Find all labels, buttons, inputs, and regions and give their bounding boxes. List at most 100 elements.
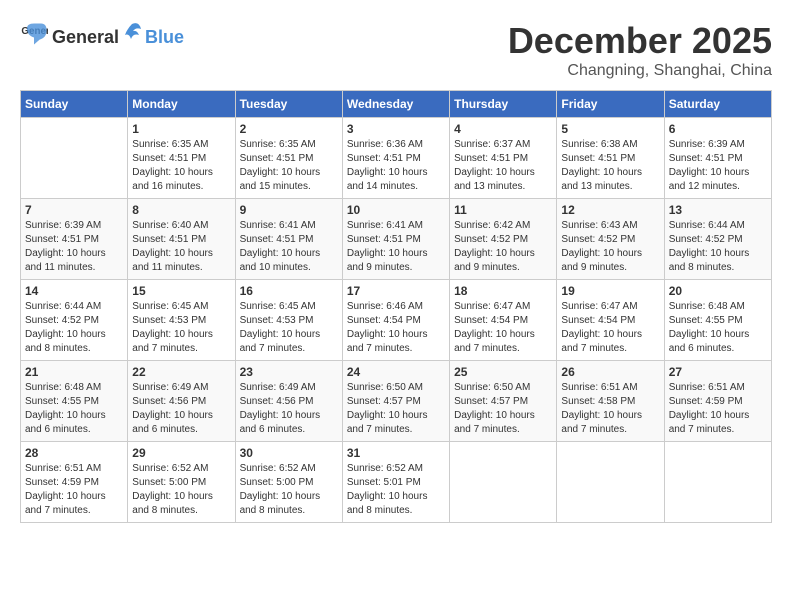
day-cell: 19 Sunrise: 6:47 AM Sunset: 4:54 PM Dayli… (557, 280, 664, 361)
day-info: Sunrise: 6:39 AM Sunset: 4:51 PM Dayligh… (25, 219, 123, 275)
day-info: Sunrise: 6:36 AM Sunset: 4:51 PM Dayligh… (347, 138, 445, 194)
day-info: Sunrise: 6:39 AM Sunset: 4:51 PM Dayligh… (669, 138, 767, 194)
header-sunday: Sunday (21, 91, 128, 118)
day-number: 28 (25, 446, 123, 460)
header-friday: Friday (557, 91, 664, 118)
day-number: 23 (240, 365, 338, 379)
day-info: Sunrise: 6:48 AM Sunset: 4:55 PM Dayligh… (25, 381, 123, 437)
day-info: Sunrise: 6:41 AM Sunset: 4:51 PM Dayligh… (347, 219, 445, 275)
day-cell: 18Sunrise: 6:47 AM Sunset: 4:54 PM Dayli… (450, 280, 557, 361)
header-row: SundayMondayTuesdayWednesdayThursdayFrid… (21, 91, 772, 118)
day-cell: 13 Sunrise: 6:44 AM Sunset: 4:52 PM Dayli… (664, 199, 771, 280)
day-number: 3 (347, 122, 445, 136)
day-info: Sunrise: 6:52 AM Sunset: 5:01 PM Dayligh… (347, 462, 445, 518)
week-row-3: 14Sunrise: 6:44 AM Sunset: 4:52 PM Dayli… (21, 280, 772, 361)
subtitle: Changning, Shanghai, China (508, 62, 772, 80)
logo-icon: General (20, 20, 48, 48)
day-cell: 29 Sunrise: 6:52 AM Sunset: 5:00 PM Dayli… (128, 442, 235, 523)
logo-bird (121, 21, 143, 43)
day-number: 30 (240, 446, 338, 460)
main-title: December 2025 (508, 20, 772, 62)
day-number: 21 (25, 365, 123, 379)
day-number: 29 (132, 446, 230, 460)
day-cell (21, 118, 128, 199)
day-info: Sunrise: 6:49 AM Sunset: 4:56 PM Dayligh… (132, 381, 230, 437)
day-number: 6 (669, 122, 767, 136)
title-block: December 2025 Changning, Shanghai, China (508, 20, 772, 80)
week-row-5: 28Sunrise: 6:51 AM Sunset: 4:59 PM Dayli… (21, 442, 772, 523)
day-number: 9 (240, 203, 338, 217)
calendar-table: SundayMondayTuesdayWednesdayThursdayFrid… (20, 90, 772, 523)
day-cell: 12 Sunrise: 6:43 AM Sunset: 4:52 PM Dayli… (557, 199, 664, 280)
day-number: 18 (454, 284, 552, 298)
day-cell: 11 Sunrise: 6:42 AM Sunset: 4:52 PM Dayli… (450, 199, 557, 280)
page-header: General General Blue December 2025 Chang… (20, 20, 772, 80)
day-number: 5 (561, 122, 659, 136)
day-number: 11 (454, 203, 552, 217)
day-number: 22 (132, 365, 230, 379)
day-info: Sunrise: 6:45 AM Sunset: 4:53 PM Dayligh… (240, 300, 338, 356)
day-number: 1 (132, 122, 230, 136)
day-number: 4 (454, 122, 552, 136)
day-info: Sunrise: 6:37 AM Sunset: 4:51 PM Dayligh… (454, 138, 552, 194)
day-number: 13 (669, 203, 767, 217)
header-monday: Monday (128, 91, 235, 118)
day-info: Sunrise: 6:51 AM Sunset: 4:59 PM Dayligh… (669, 381, 767, 437)
day-cell: 1 Sunrise: 6:35 AM Sunset: 4:51 PM Daylig… (128, 118, 235, 199)
day-number: 24 (347, 365, 445, 379)
day-cell: 24 Sunrise: 6:50 AM Sunset: 4:57 PM Dayli… (342, 361, 449, 442)
day-info: Sunrise: 6:49 AM Sunset: 4:56 PM Dayligh… (240, 381, 338, 437)
day-info: Sunrise: 6:43 AM Sunset: 4:52 PM Dayligh… (561, 219, 659, 275)
day-info: Sunrise: 6:42 AM Sunset: 4:52 PM Dayligh… (454, 219, 552, 275)
day-number: 31 (347, 446, 445, 460)
day-number: 20 (669, 284, 767, 298)
day-info: Sunrise: 6:40 AM Sunset: 4:51 PM Dayligh… (132, 219, 230, 275)
day-number: 10 (347, 203, 445, 217)
day-info: Sunrise: 6:47 AM Sunset: 4:54 PM Dayligh… (561, 300, 659, 356)
header-thursday: Thursday (450, 91, 557, 118)
day-number: 27 (669, 365, 767, 379)
day-number: 17 (347, 284, 445, 298)
day-cell: 4 Sunrise: 6:37 AM Sunset: 4:51 PM Daylig… (450, 118, 557, 199)
day-cell: 26Sunrise: 6:51 AM Sunset: 4:58 PM Dayli… (557, 361, 664, 442)
day-info: Sunrise: 6:46 AM Sunset: 4:54 PM Dayligh… (347, 300, 445, 356)
day-number: 25 (454, 365, 552, 379)
day-number: 7 (25, 203, 123, 217)
day-info: Sunrise: 6:38 AM Sunset: 4:51 PM Dayligh… (561, 138, 659, 194)
day-info: Sunrise: 6:52 AM Sunset: 5:00 PM Dayligh… (132, 462, 230, 518)
day-info: Sunrise: 6:35 AM Sunset: 4:51 PM Dayligh… (132, 138, 230, 194)
day-cell: 20 Sunrise: 6:48 AM Sunset: 4:55 PM Dayli… (664, 280, 771, 361)
day-cell: 7 Sunrise: 6:39 AM Sunset: 4:51 PM Daylig… (21, 199, 128, 280)
header-wednesday: Wednesday (342, 91, 449, 118)
day-info: Sunrise: 6:50 AM Sunset: 4:57 PM Dayligh… (454, 381, 552, 437)
day-cell: 30Sunrise: 6:52 AM Sunset: 5:00 PM Dayli… (235, 442, 342, 523)
day-info: Sunrise: 6:41 AM Sunset: 4:51 PM Dayligh… (240, 219, 338, 275)
logo-general: General (52, 27, 119, 48)
day-cell: 8Sunrise: 6:40 AM Sunset: 4:51 PM Daylig… (128, 199, 235, 280)
week-row-2: 7 Sunrise: 6:39 AM Sunset: 4:51 PM Daylig… (21, 199, 772, 280)
day-number: 14 (25, 284, 123, 298)
logo: General General Blue (20, 20, 184, 48)
day-number: 12 (561, 203, 659, 217)
day-info: Sunrise: 6:48 AM Sunset: 4:55 PM Dayligh… (669, 300, 767, 356)
day-cell (557, 442, 664, 523)
day-info: Sunrise: 6:44 AM Sunset: 4:52 PM Dayligh… (669, 219, 767, 275)
day-cell: 21 Sunrise: 6:48 AM Sunset: 4:55 PM Dayli… (21, 361, 128, 442)
day-number: 19 (561, 284, 659, 298)
day-cell: 27 Sunrise: 6:51 AM Sunset: 4:59 PM Dayli… (664, 361, 771, 442)
week-row-4: 21 Sunrise: 6:48 AM Sunset: 4:55 PM Dayli… (21, 361, 772, 442)
header-tuesday: Tuesday (235, 91, 342, 118)
week-row-1: 1 Sunrise: 6:35 AM Sunset: 4:51 PM Daylig… (21, 118, 772, 199)
day-cell: 10 Sunrise: 6:41 AM Sunset: 4:51 PM Dayli… (342, 199, 449, 280)
day-cell: 2Sunrise: 6:35 AM Sunset: 4:51 PM Daylig… (235, 118, 342, 199)
day-cell: 16 Sunrise: 6:45 AM Sunset: 4:53 PM Dayli… (235, 280, 342, 361)
day-number: 2 (240, 122, 338, 136)
day-number: 15 (132, 284, 230, 298)
day-cell: 22 Sunrise: 6:49 AM Sunset: 4:56 PM Dayli… (128, 361, 235, 442)
day-info: Sunrise: 6:51 AM Sunset: 4:58 PM Dayligh… (561, 381, 659, 437)
day-number: 16 (240, 284, 338, 298)
day-info: Sunrise: 6:50 AM Sunset: 4:57 PM Dayligh… (347, 381, 445, 437)
day-cell: 5 Sunrise: 6:38 AM Sunset: 4:51 PM Daylig… (557, 118, 664, 199)
day-cell: 23 Sunrise: 6:49 AM Sunset: 4:56 PM Dayli… (235, 361, 342, 442)
day-cell: 15Sunrise: 6:45 AM Sunset: 4:53 PM Dayli… (128, 280, 235, 361)
